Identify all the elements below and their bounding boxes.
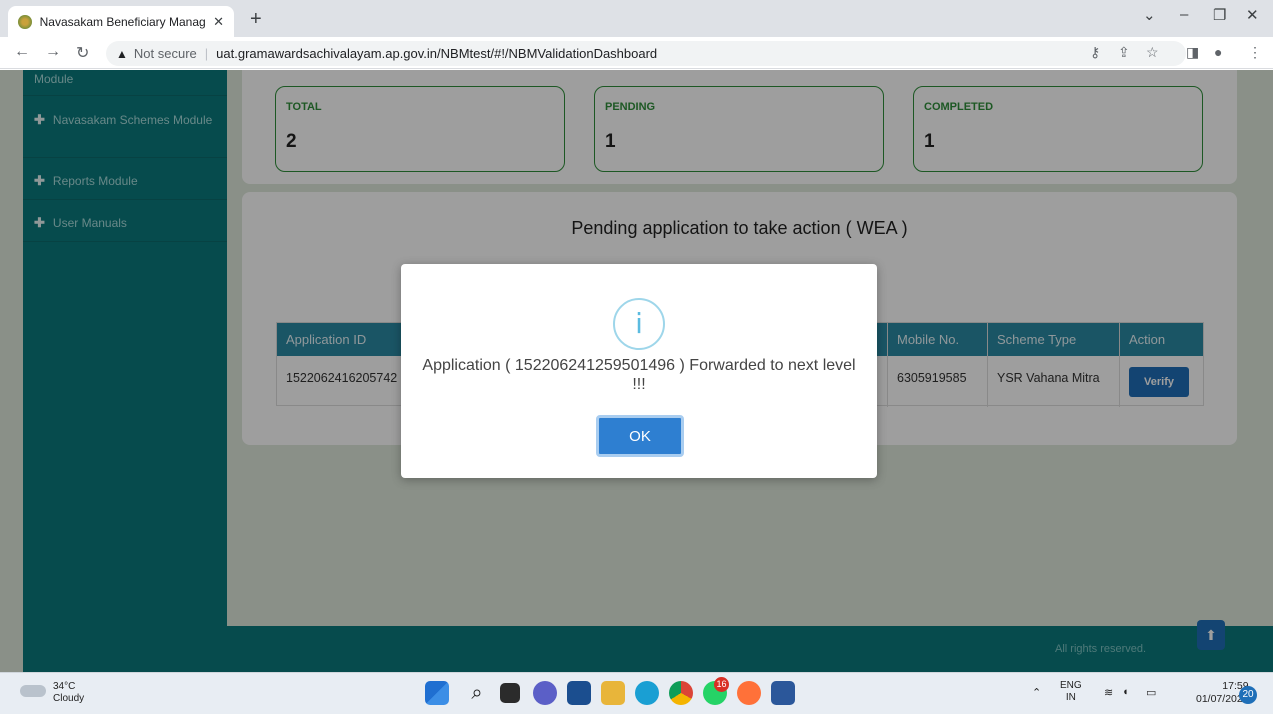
site-favicon-icon [18,14,32,29]
weather-widget[interactable]: 34°C Cloudy [53,681,84,705]
forward-icon[interactable]: → [45,43,61,61]
bookmark-star-icon[interactable]: ☆ [1146,44,1159,61]
lang-bottom: IN [1065,692,1076,703]
tab-search-chevron-icon[interactable]: ⌄ [1143,6,1156,24]
close-window-icon[interactable]: ✕ [1246,6,1259,24]
alert-message: Application ( 152206241259501496 ) Forwa… [422,357,856,393]
lang-top: ENG [1060,680,1082,691]
reload-icon[interactable]: ↻ [76,43,89,63]
search-icon[interactable]: ⌕ [465,681,489,705]
battery-icon[interactable]: ▭ [1146,686,1156,699]
warning-icon: ▲ [116,46,128,61]
url-omnibox[interactable]: ▲ Not secure | uat.gramawardsachivalayam… [106,41,1186,66]
side-panel-icon[interactable]: ◨ [1186,44,1199,61]
notification-badge[interactable]: 20 [1239,686,1257,704]
task-view-icon[interactable] [500,683,520,703]
whatsapp-badge: 16 [714,677,729,692]
new-tab-icon[interactable]: + [250,8,262,31]
chrome-browser-icon[interactable] [669,681,693,705]
info-icon: i [613,298,665,350]
back-icon[interactable]: ← [14,43,30,61]
volume-icon[interactable]: ◖ [1122,686,1129,698]
teams-chat-icon[interactable] [533,681,557,705]
windows-start-icon[interactable] [425,681,449,705]
tab-close-icon[interactable]: ✕ [213,14,224,30]
tray-chevron-icon[interactable]: ⌃ [1032,686,1041,699]
tab-title: Navasakam Beneficiary Manager [39,14,206,29]
firefox-icon[interactable] [737,681,761,705]
browser-address-bar: ← → ↻ ▲ Not secure | uat.gramawardsachiv… [0,37,1273,69]
browser-tab[interactable]: Navasakam Beneficiary Manager ✕ [8,6,234,37]
cloud-icon [20,685,46,697]
menu-kebab-icon[interactable]: ⋮ [1248,44,1262,61]
screen: Navasakam Beneficiary Manager ✕ + ⌄ – ❐ … [0,0,1273,714]
wifi-icon[interactable]: ≋ [1104,686,1113,699]
edge-browser-icon[interactable] [635,681,659,705]
share-icon[interactable]: ⇪ [1118,44,1130,61]
weather-temp: 34°C [53,681,76,692]
alert-dialog: i Application ( 152206241259501496 ) For… [401,264,877,478]
windows-taskbar: 34°C Cloudy ⌕ 16 ⌃ ENG IN ≋ ◖ ▭ 17:59 01… [0,672,1273,714]
omnibox-separator: | [204,46,209,61]
restore-icon[interactable]: ❐ [1213,6,1226,24]
browser-tab-bar: Navasakam Beneficiary Manager ✕ + ⌄ – ❐ … [0,0,1273,37]
profile-icon[interactable]: ● [1214,44,1222,60]
not-secure-label: Not secure [133,46,197,61]
minimize-icon[interactable]: – [1180,6,1188,23]
key-icon[interactable]: ⚷ [1090,44,1100,61]
url-text[interactable]: uat.gramawardsachivalayam.ap.gov.in/NBMt… [216,46,657,61]
weather-desc: Cloudy [53,693,85,704]
word-icon[interactable] [771,681,795,705]
info-glyph: i [635,307,643,340]
language-indicator[interactable]: ENG IN [1060,680,1082,704]
ok-button[interactable]: OK [596,415,684,457]
widgets-icon[interactable] [567,681,591,705]
file-explorer-icon[interactable] [601,681,625,705]
